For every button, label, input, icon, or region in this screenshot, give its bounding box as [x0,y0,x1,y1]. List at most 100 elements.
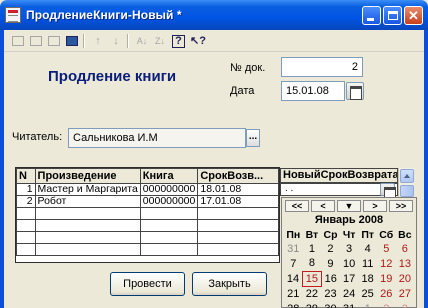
cell-book[interactable]: 000000000 [139,195,199,208]
scroll-thumb[interactable] [400,185,414,197]
next-month-button[interactable]: > [363,200,387,212]
books-table[interactable]: N Произведение Книга СрокВозв... 1 Масте… [15,167,280,263]
maximize-icon [388,11,398,20]
window-title: ПродлениеКниги-Новый * [26,8,182,22]
calendar-day[interactable]: 27 [396,286,415,301]
table-row-empty[interactable] [16,207,279,220]
column-header-due[interactable]: СрокВозв... [197,168,279,184]
calendar-day[interactable]: 8 [303,256,322,271]
post-button[interactable]: Провести [110,272,185,296]
weekday-label: Ср [323,228,338,241]
calendar-day-today[interactable]: 15 [302,270,322,287]
minimize-button[interactable] [362,6,381,25]
close-button[interactable]: Закрыть [192,272,267,296]
calendar-day[interactable]: 2 [377,301,396,308]
column-header-work[interactable]: Произведение [34,168,141,184]
doc-number-field[interactable]: 2 [281,57,363,77]
calendar-day[interactable]: 21 [284,286,303,301]
cursor-help-icon[interactable]: ↖? [190,33,206,49]
calendar-day[interactable]: 11 [358,256,377,271]
table-scrollbar[interactable] [398,168,414,198]
calendar-day[interactable]: 10 [340,256,359,271]
calendar-day[interactable]: 12 [377,256,396,271]
calendar-popup[interactable]: << < ▼ > >> Январь 2008 Пн Вт Ср Чт Пт С… [281,197,417,308]
calendar-day[interactable]: 5 [377,241,396,256]
calendar-month-title: Январь 2008 [314,214,384,226]
sort-desc-icon[interactable]: Z↓ [152,33,168,49]
reader-select-button[interactable]: ... [246,129,260,147]
move-down-icon[interactable]: ↓ [108,33,124,49]
maximize-button[interactable] [383,6,402,25]
help-icon[interactable]: ? [172,35,185,48]
calendar-day[interactable]: 19 [377,271,396,286]
cell-due[interactable]: 17.01.08 [197,195,279,208]
prev-year-button[interactable]: << [285,200,309,212]
calendar-day[interactable]: 20 [396,271,415,286]
calendar-day[interactable]: 6 [396,241,415,256]
calendar-day[interactable]: 22 [303,286,322,301]
delete-icon[interactable] [46,33,62,49]
date-field[interactable]: 15.01.08 [281,81,345,101]
calendar-day[interactable]: 2 [321,241,340,256]
next-year-button[interactable]: >> [389,200,413,212]
calendar-day[interactable]: 14 [284,271,303,286]
calendar-day[interactable]: 16 [321,271,340,286]
calendar-day[interactable]: 23 [321,286,340,301]
calendar-day[interactable]: 3 [396,301,415,308]
calendar-day[interactable]: 17 [340,271,359,286]
date-label: Дата [230,85,255,97]
calendar-day[interactable]: 13 [396,256,415,271]
sort-asc-icon[interactable]: A↓ [134,33,150,49]
cell-n[interactable]: 2 [16,195,36,208]
calendar-day[interactable]: 31 [284,241,303,256]
calendar-day[interactable]: 28 [284,301,303,308]
scroll-up-icon[interactable] [400,169,414,183]
calendar-day[interactable]: 29 [303,301,322,308]
calendar-day[interactable]: 1 [358,301,377,308]
save-icon[interactable] [64,33,80,49]
calendar-dropdown-icon[interactable] [380,183,396,201]
move-up-icon[interactable]: ↑ [90,33,106,49]
calendar-day[interactable]: 18 [358,271,377,286]
calendar-day[interactable]: 30 [321,301,340,308]
table-header-row: N Произведение Книга СрокВозв... [16,168,279,184]
table-row[interactable]: 1 Мастер и Маргарита 000000000 18.01.08 [16,183,279,196]
column-header-n[interactable]: N [16,168,36,184]
calendar-day[interactable]: 31 [340,301,359,308]
table-row-empty[interactable] [16,231,279,244]
copy-icon[interactable] [28,33,44,49]
cell-work[interactable]: Робот [34,195,141,208]
cell-due[interactable]: 18.01.08 [197,183,279,196]
table-row[interactable]: 2 Робот 000000000 17.01.08 [16,195,279,208]
calendar-day[interactable]: 25 [358,286,377,301]
month-dropdown-button[interactable]: ▼ [337,200,361,212]
calendar-icon[interactable] [346,82,364,100]
prev-month-button[interactable]: < [311,200,335,212]
calendar-grid: Пн Вт Ср Чт Пт Сб Вс 31 1 2 3 4 5 6 7 8 [284,228,415,308]
cell-book[interactable]: 000000000 [139,183,199,196]
calendar-day[interactable]: 1 [303,241,322,256]
reader-field[interactable]: Сальникова И.М [68,128,246,148]
calendar-day[interactable]: 26 [377,286,396,301]
minimize-icon [367,18,374,21]
cell-work[interactable]: Мастер и Маргарита [34,183,141,196]
new-icon[interactable] [10,33,26,49]
table-row-empty[interactable] [16,219,279,232]
calendar-day[interactable]: 24 [340,286,359,301]
cell-n[interactable]: 1 [16,183,36,196]
table-row-empty[interactable] [16,243,279,256]
column-header-new-due[interactable]: НовыйСрокВозврата [280,168,398,183]
calendar-day[interactable]: 4 [358,241,377,256]
title-bar[interactable]: ПродлениеКниги-Новый * ✕ [0,0,428,30]
close-window-button[interactable]: ✕ [404,6,423,25]
toolbar-separator [127,34,129,48]
column-header-book[interactable]: Книга [139,168,199,184]
calendar-day[interactable]: 9 [321,256,340,271]
calendar-day[interactable]: 3 [340,241,359,256]
calendar-day[interactable]: 7 [284,256,303,271]
weekday-label: Сб [379,228,394,241]
document-icon [5,7,21,23]
doc-number-label: № док. [230,62,266,74]
weekday-label: Чт [342,228,356,241]
weekday-label: Вт [305,228,319,241]
